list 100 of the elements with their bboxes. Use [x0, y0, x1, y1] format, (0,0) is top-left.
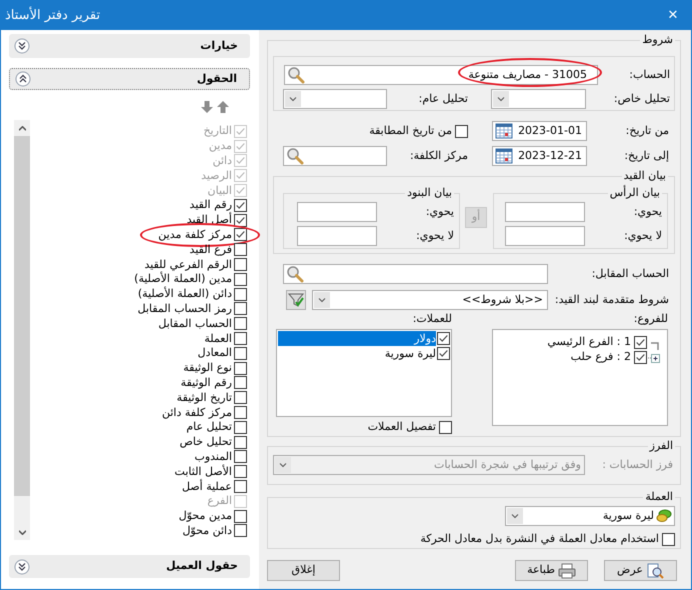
checkbox-label: تحليل خاص: [180, 435, 232, 450]
group-title: بيان القيد: [622, 169, 667, 183]
dropdown[interactable]: ليرة سورية: [505, 506, 675, 526]
text-field[interactable]: [297, 202, 377, 222]
checkbox[interactable]: [234, 317, 247, 330]
checkbox-label: المعادل: [198, 346, 232, 360]
checkbox-label: استخدام معادل العملة في النشرة بدل معادل الحركة: [420, 531, 659, 547]
checkbox-label: مدين محوّل: [178, 509, 232, 524]
checkbox-label: الأصل الثابت: [174, 464, 232, 479]
checkbox[interactable]: [234, 243, 247, 256]
arrow-up-icon[interactable]: [216, 100, 230, 114]
date-field[interactable]: 2023-12-21: [492, 146, 587, 166]
filter-button[interactable]: [286, 290, 306, 310]
expand-icon[interactable]: [14, 558, 30, 574]
field-label: الحساب:: [629, 66, 670, 83]
collapse-icon[interactable]: [15, 71, 31, 87]
list-item[interactable]: دولار: [278, 331, 436, 346]
group-title: العملة: [644, 490, 674, 504]
checkbox-label: تاريخ الوثيقة: [176, 390, 232, 405]
checkbox[interactable]: [437, 347, 450, 360]
text-field[interactable]: [505, 202, 585, 222]
tree-view[interactable]: 1 : الفرع الرئيسي 2 : فرع حلب: [492, 329, 668, 426]
checkbox-label: العملة: [204, 332, 232, 346]
search-icon[interactable]: [286, 147, 304, 165]
account-field[interactable]: 31005 - مصاريف متنوعة: [284, 65, 598, 85]
field-label: فرز الحسابات :: [602, 456, 673, 473]
checkbox[interactable]: [234, 480, 247, 494]
field-label: شروط متقدمة لبند القيد:: [554, 292, 669, 308]
checkbox[interactable]: [455, 124, 468, 138]
checkbox-label: تحليل عام: [186, 420, 232, 434]
checkbox-label: التاريخ: [203, 124, 232, 138]
checkbox[interactable]: [634, 336, 647, 349]
checkbox[interactable]: [234, 420, 247, 434]
checkbox[interactable]: [234, 214, 247, 227]
checkbox-label: مدين: [208, 139, 232, 154]
group-title: الفرز: [648, 439, 674, 453]
close-button[interactable]: إغلاق: [267, 560, 340, 581]
checkbox[interactable]: [234, 228, 247, 242]
field-label: تحليل عام:: [418, 90, 468, 107]
funnel-icon: [288, 292, 304, 308]
text-field[interactable]: [297, 226, 377, 246]
tree-item[interactable]: 1 : الفرع الرئيسي: [547, 334, 633, 351]
checkbox-label: الحساب المقابل: [158, 316, 232, 331]
checkbox[interactable]: [234, 376, 247, 390]
checkbox[interactable]: [234, 406, 247, 420]
checkbox-label: رقم القيد: [190, 198, 232, 212]
checkbox[interactable]: [234, 510, 247, 523]
checkbox-label: دائن (العملة الأصلية): [138, 287, 232, 302]
dropdown[interactable]: <<بلا شروط>>: [312, 290, 548, 310]
close-button[interactable]: ✕: [663, 6, 683, 26]
field-label: تحليل خاص:: [614, 90, 670, 107]
cost-center-field[interactable]: [283, 146, 387, 166]
checkbox[interactable]: [662, 532, 675, 546]
field-label: للفروع:: [634, 312, 668, 326]
scroll-down-icon[interactable]: [18, 530, 26, 534]
checkbox[interactable]: [437, 332, 450, 345]
field-label: لا يحوي:: [624, 228, 662, 244]
section-header[interactable]: خيارات: [9, 34, 250, 58]
checkbox[interactable]: [234, 450, 247, 464]
checkbox[interactable]: [234, 524, 247, 538]
checkbox-label: فرع القيد: [190, 242, 232, 257]
calendar-icon[interactable]: [495, 123, 513, 139]
checkbox[interactable]: [634, 351, 647, 364]
window-title: تقرير دفتر الأستاذ: [5, 6, 100, 25]
scroll-up-icon[interactable]: [18, 126, 26, 130]
checkbox-label: من تاريخ المطابقة: [369, 122, 452, 139]
checkbox-label: نوع الوثيقة: [183, 361, 232, 376]
checkbox[interactable]: [234, 258, 247, 272]
calendar-icon[interactable]: [495, 148, 513, 164]
contra-account-field[interactable]: [283, 264, 548, 284]
checkbox-label: رمز الحساب المقابل: [138, 302, 232, 316]
arrow-down-icon[interactable]: [200, 100, 214, 114]
checkbox[interactable]: [234, 332, 247, 346]
tree-item[interactable]: 2 : فرع حلب: [570, 349, 633, 366]
checkbox[interactable]: [234, 272, 247, 286]
checkbox[interactable]: [234, 346, 247, 360]
print-button[interactable]: طباعة: [515, 560, 588, 581]
field-label: للعملات:: [412, 312, 452, 326]
checkbox[interactable]: [234, 198, 247, 212]
date-field[interactable]: 2023-01-01: [492, 121, 587, 141]
search-icon[interactable]: [286, 265, 304, 283]
scrollbar[interactable]: [14, 120, 30, 540]
text-field[interactable]: [505, 226, 585, 246]
checkbox-label: البيان: [208, 184, 232, 198]
preview-button[interactable]: عرض: [604, 560, 677, 581]
field-label: مركز الكلفة:: [410, 148, 468, 164]
checkbox[interactable]: [234, 391, 247, 404]
section-header[interactable]: الحقول: [9, 68, 250, 90]
checkbox[interactable]: [234, 436, 247, 449]
checkbox[interactable]: [439, 420, 452, 434]
checkbox[interactable]: [234, 465, 247, 478]
checkbox-label: الرقم الفرعي للقيد: [144, 258, 232, 272]
checkbox[interactable]: [234, 302, 247, 316]
expand-icon[interactable]: [14, 38, 30, 54]
search-icon[interactable]: [287, 66, 305, 84]
list-item[interactable]: ليرة سورية: [278, 346, 436, 361]
checkbox[interactable]: [234, 288, 247, 301]
section-header[interactable]: حقول العميل: [9, 555, 250, 578]
list-box[interactable]: دولار ليرة سورية: [276, 329, 452, 417]
checkbox[interactable]: [234, 362, 247, 375]
